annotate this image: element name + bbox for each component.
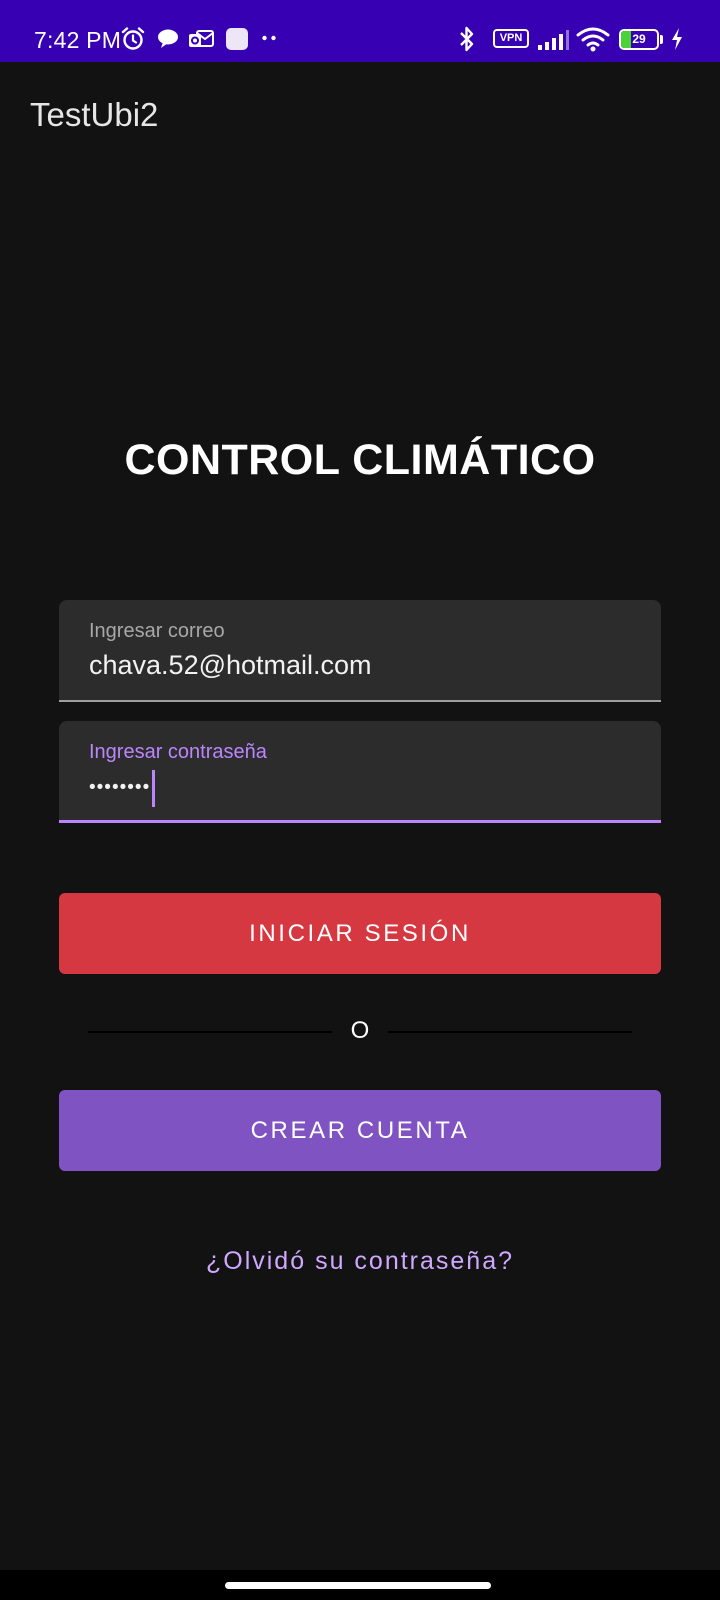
login-button[interactable]: INICIAR SESIÓN	[59, 893, 661, 974]
email-field-label: Ingresar correo	[89, 620, 225, 642]
app-title: TestUbi2	[30, 96, 159, 133]
password-field-value[interactable]: ••••••••	[89, 777, 150, 799]
battery-icon: 29	[619, 29, 659, 50]
chat-bubble-icon	[158, 29, 178, 48]
email-field-value[interactable]: chava.52@hotmail.com	[89, 650, 372, 681]
create-account-button[interactable]: CREAR CUENTA	[59, 1090, 661, 1171]
login-screen: 7:42 PM VPN 29 TestUbi2 CONTROL CLIMÁTIC…	[0, 0, 720, 1600]
screen-heading: CONTROL CLIMÁTICO	[124, 436, 596, 484]
text-cursor	[152, 769, 156, 807]
vpn-icon: VPN	[493, 29, 529, 48]
forgot-password-link[interactable]: ¿Olvidó su contraseña?	[0, 1247, 720, 1276]
alarm-icon	[121, 27, 145, 50]
battery-percentage: 29	[632, 32, 646, 46]
email-field[interactable]: Ingresar correo chava.52@hotmail.com	[59, 600, 661, 702]
divider-or-text: O	[350, 1017, 370, 1044]
bluetooth-icon	[460, 26, 474, 52]
divider-right	[388, 1031, 632, 1033]
charging-icon	[672, 28, 682, 50]
more-dots-icon	[262, 35, 276, 41]
status-time: 7:42 PM	[34, 27, 122, 53]
wifi-icon	[576, 27, 610, 52]
divider-left	[88, 1031, 332, 1033]
home-gesture-handle[interactable]	[225, 1582, 491, 1589]
password-input-area[interactable]: ••••••••	[89, 769, 156, 807]
status-bar: 7:42 PM VPN 29	[0, 0, 720, 62]
outlook-icon	[189, 30, 214, 47]
signal-icon	[538, 30, 569, 50]
password-field-label: Ingresar contraseña	[89, 741, 267, 763]
app-square-icon	[226, 28, 248, 50]
password-field[interactable]: Ingresar contraseña ••••••••	[59, 721, 661, 823]
battery-tip	[660, 35, 663, 44]
